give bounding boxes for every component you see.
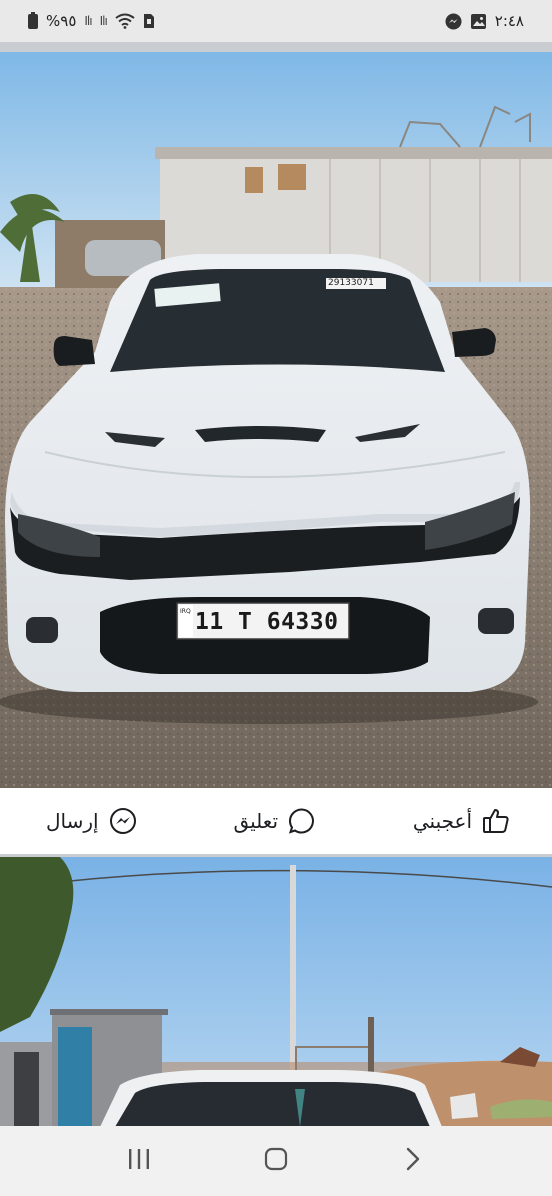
status-right: ٢:٤٨ xyxy=(445,12,524,30)
comment-bubble-icon xyxy=(288,807,316,835)
status-left: %٩٥ Ilı Ilı xyxy=(28,11,155,30)
next-post-photo[interactable] xyxy=(0,857,552,1127)
comment-button[interactable]: تعليق xyxy=(233,807,316,835)
home-button[interactable] xyxy=(246,1136,306,1186)
recent-apps-button[interactable] xyxy=(109,1136,169,1186)
battery-text: %٩٥ xyxy=(46,12,77,30)
status-bar: %٩٥ Ilı Ilı ٢:٤٨ xyxy=(0,0,552,42)
license-plate-text: 11 T 64330 xyxy=(195,609,339,635)
comment-label: تعليق xyxy=(233,809,279,833)
like-label: أعجبني xyxy=(412,809,472,833)
back-button[interactable] xyxy=(383,1136,443,1186)
wifi-icon xyxy=(115,13,135,29)
windshield-sticker-text: 29133071 xyxy=(328,278,374,288)
license-plate-country: IRQ xyxy=(180,608,191,615)
sim-icon xyxy=(143,13,155,29)
gallery-notification-icon xyxy=(470,13,487,30)
messenger-notification-icon xyxy=(445,13,462,30)
signal-icon-2: Ilı xyxy=(99,14,108,28)
home-icon xyxy=(264,1147,288,1175)
signal-icon-1: Ilı xyxy=(84,14,92,28)
system-nav-bar xyxy=(0,1126,552,1196)
back-chevron-icon xyxy=(405,1147,421,1175)
post-action-bar: إرسال تعليق أعجبني xyxy=(0,788,552,854)
recent-apps-icon xyxy=(127,1148,151,1174)
battery-icon xyxy=(28,11,38,29)
post-photo[interactable]: 11 T 64330 IRQ 29133071 xyxy=(0,52,552,788)
messenger-icon xyxy=(109,807,137,835)
thumbs-up-icon xyxy=(482,807,510,835)
feed-divider xyxy=(0,42,552,52)
like-button[interactable]: أعجبني xyxy=(413,807,510,835)
send-label: إرسال xyxy=(46,809,99,833)
car-photo-illustration-2 xyxy=(0,857,552,1127)
send-button[interactable]: إرسال xyxy=(46,807,137,835)
car-photo-illustration xyxy=(0,52,552,788)
clock: ٢:٤٨ xyxy=(494,12,524,30)
